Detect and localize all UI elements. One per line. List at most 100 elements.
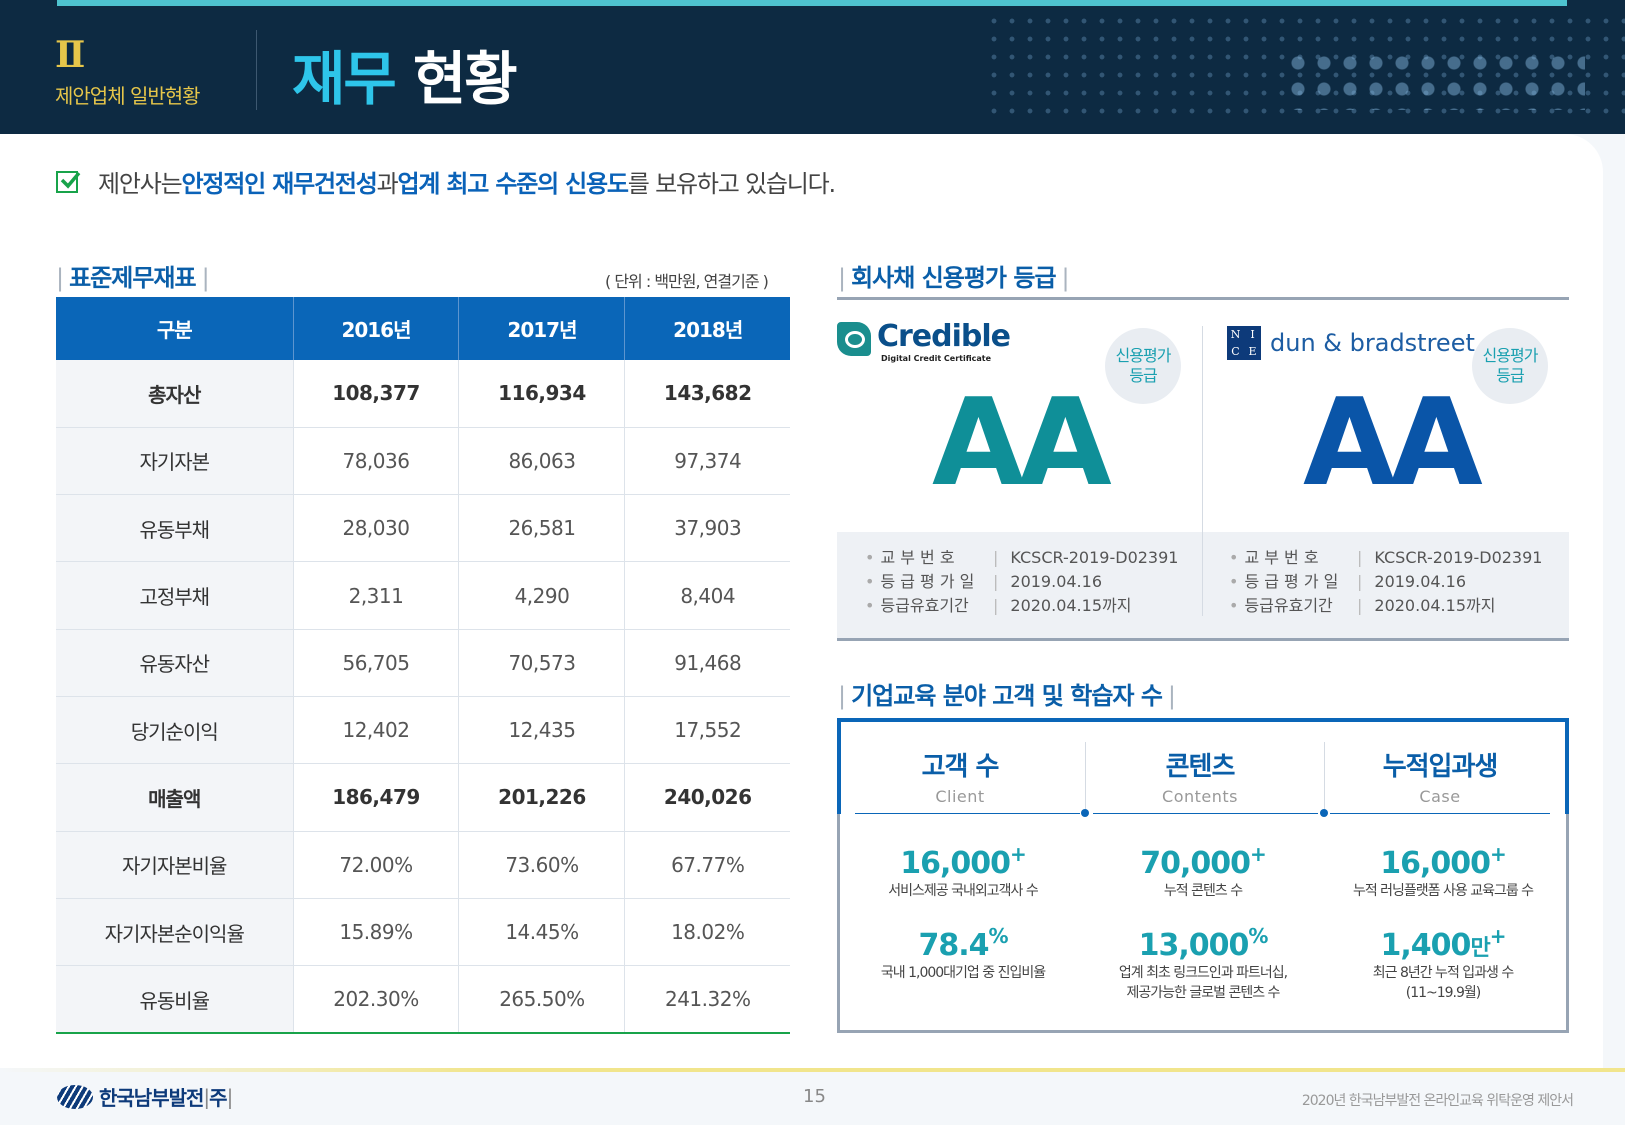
table-row: 매출액 186,479 201,226 240,026: [56, 763, 790, 832]
stat-unit: 만: [1470, 936, 1490, 961]
table-row: 자기자본순이익율 15.89% 14.45% 18.02%: [56, 898, 790, 967]
table-header-row: 구분 2016년 2017년 2018년: [56, 297, 790, 360]
edu-col-contents: 콘텐츠 Contents: [1090, 722, 1310, 806]
table-cell: 18.02%: [624, 898, 790, 967]
table-cell: 73.60%: [458, 831, 626, 899]
credible-logo-icon: [837, 322, 871, 356]
header-divider: [256, 30, 257, 110]
credit-title-text: 회사채 신용평가 등급: [851, 264, 1056, 292]
info-row: 등급유효기간|2020.04.15까지: [1229, 594, 1542, 618]
table-row-label: 당기순이익: [56, 696, 294, 765]
finance-unit-note: ( 단위 : 백만원, 연결기준 ): [605, 272, 769, 291]
table-header-2017: 2017년: [458, 297, 626, 360]
footer-bar: [0, 1068, 1625, 1072]
info-row: 교 부 번 호|KCSCR-2019-D02391: [1229, 546, 1542, 570]
table-cell: 241.32%: [624, 965, 790, 1034]
nice-letter: E: [1248, 345, 1257, 358]
edu-col-subtitle: Case: [1419, 787, 1461, 806]
finance-table: 구분 2016년 2017년 2018년 총자산 108,377 116,934 14…: [56, 297, 790, 1034]
edu-underline: [1330, 813, 1550, 814]
document-name: 2020년 한국남부발전 온라인교육 위탁운영 제안서: [1301, 1093, 1574, 1109]
table-row-label: 유동자산: [56, 629, 294, 697]
edu-col-title: 콘텐츠: [1165, 752, 1236, 782]
info-value: KCSCR-2019-D02391: [1374, 548, 1543, 567]
credit-grade-1: AA: [932, 374, 1112, 513]
table-row: 고정부채 2,311 4,290 8,404: [56, 561, 790, 630]
page-header: Ⅱ 제안업체 일반현황 재무 현황: [0, 0, 1625, 134]
stat-client-ratio: 78.4% 국내 1,000대기업 중 진입비율: [843, 924, 1083, 983]
credible-logo-word: Credible: [877, 319, 1011, 354]
header-dot-pattern-large: [1285, 50, 1585, 110]
stat-number: 16,000: [900, 846, 1011, 881]
stat-suffix: +: [1010, 842, 1027, 866]
stat-number: 70,000: [1140, 846, 1251, 881]
kospo-logo: 한국남부발전 | 주 |: [57, 1082, 233, 1111]
table-header-category: 구분: [56, 297, 294, 360]
credit-badge-2: 신용평가 등급: [1472, 328, 1548, 404]
info-row: 등급유효기간|2020.04.15까지: [865, 594, 1178, 618]
edu-col-client: 고객 수 Client: [850, 722, 1070, 806]
page-title: 재무 현황: [292, 32, 518, 116]
table-row-label: 유동부채: [56, 494, 294, 563]
stat-client-count: 16,000+ 서비스제공 국내외고객사 수: [843, 842, 1083, 901]
stat-global-contents: 13,000% 업계 최초 링크드인과 파트너십, 제공가능한 글로벌 콘텐츠 …: [1083, 924, 1323, 1003]
table-cell: 17,552: [624, 696, 790, 765]
table-cell: 91,468: [624, 629, 790, 697]
edu-col-divider: [1324, 742, 1325, 812]
nice-dnb-logo: N I C E dun & bradstreet: [1227, 326, 1475, 360]
table-cell: 86,063: [458, 427, 626, 496]
stat-suffix: %: [1248, 924, 1268, 948]
credit-grade-2: AA: [1303, 374, 1483, 513]
credit-divider: [1202, 326, 1203, 616]
edu-col-title: 고객 수: [921, 752, 1000, 782]
stat-case-groups: 16,000+ 누적 러닝플랫폼 사용 교육그룹 수: [1323, 842, 1563, 901]
table-row-label: 자기자본순이익율: [56, 898, 294, 967]
stat-number: 16,000: [1380, 846, 1491, 881]
table-row: 유동부채 28,030 26,581 37,903: [56, 494, 790, 563]
table-row: 자기자본 78,036 86,063 97,374: [56, 427, 790, 496]
nice-letter: N: [1230, 328, 1241, 341]
badge-line-2: 등급: [1129, 366, 1157, 385]
page-title-rest: 현황: [412, 45, 518, 113]
edu-dot: [1320, 809, 1328, 817]
info-key: 등 급 평 가 일: [865, 570, 993, 594]
page-title-highlight: 재무: [292, 45, 397, 113]
table-cell: 37,903: [624, 494, 790, 563]
stat-desc-2: (11~19.9월): [1405, 985, 1482, 1001]
table-cell: 67.77%: [624, 831, 790, 899]
badge-line-1: 신용평가: [1115, 346, 1172, 365]
edu-right-accent: [1565, 718, 1569, 814]
stat-desc: 서비스제공 국내외고객사 수: [888, 883, 1038, 899]
credit-rating-box: Credible Digital Credit Certificate 신용평가…: [837, 297, 1569, 641]
info-key: 등급유효기간: [865, 594, 993, 618]
table-cell: 186,479: [293, 763, 460, 832]
table-cell: 8,404: [624, 561, 790, 630]
info-value: 2020.04.15까지: [1010, 596, 1132, 615]
table-row-label: 유동비율: [56, 965, 294, 1034]
credit-badge-1: 신용평가 등급: [1105, 328, 1181, 404]
table-row-label: 매출액: [56, 763, 294, 832]
table-cell: 143,682: [624, 360, 790, 428]
edu-section-title: | 기업교육 분야 고객 및 학습자 수 |: [838, 682, 1176, 710]
edu-col-divider: [1085, 742, 1086, 812]
table-cell: 265.50%: [458, 965, 626, 1034]
info-value: 2019.04.16: [1374, 572, 1466, 591]
nice-logo-icon: N I C E: [1227, 326, 1261, 360]
info-key: 등급유효기간: [1229, 594, 1357, 618]
nice-letter: C: [1231, 345, 1240, 358]
table-row: 당기순이익 12,402 12,435 17,552: [56, 696, 790, 765]
table-header-2016: 2016년: [293, 297, 460, 360]
stat-suffix: +: [1489, 924, 1507, 948]
finance-section-title: | 표준제무재표 |: [56, 264, 210, 292]
table-row: 유동자산 56,705 70,573 91,468: [56, 629, 790, 697]
checkbox-icon: [56, 170, 81, 193]
badge-line-1: 신용평가: [1482, 346, 1539, 365]
table-cell: 12,435: [458, 696, 626, 765]
info-key: 등 급 평 가 일: [1229, 570, 1357, 594]
table-cell: 4,290: [458, 561, 626, 630]
info-value: KCSCR-2019-D02391: [1010, 548, 1179, 567]
intro-text-3: 를 보유하고 있습니다.: [627, 170, 836, 198]
intro-bold-1: 안정적인 재무건전성: [181, 170, 378, 198]
kospo-logo-icon: [57, 1084, 93, 1109]
page-number: 15: [803, 1086, 826, 1107]
